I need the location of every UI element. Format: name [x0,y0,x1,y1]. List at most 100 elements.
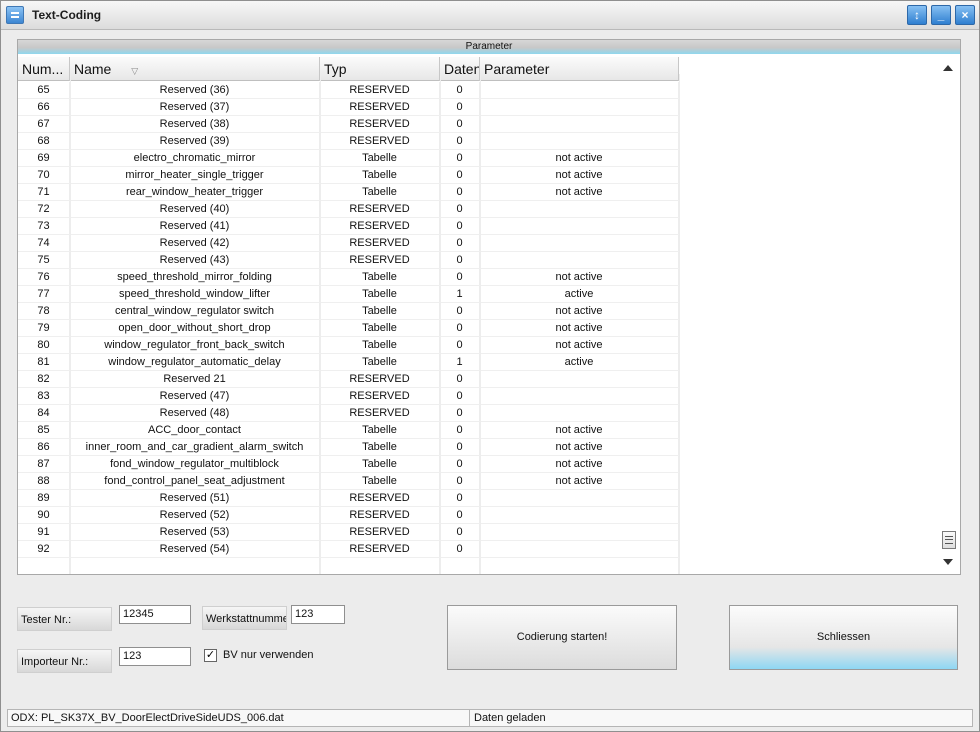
scroll-down-icon[interactable] [943,559,953,565]
cell-type: Tabelle [320,337,440,353]
cell-number: 72 [18,201,70,217]
werkstatt-number-field[interactable]: 123 [291,605,345,624]
cell-type: RESERVED [320,490,440,506]
table-row[interactable]: 71 rear_window_heater_trigger Tabelle 0 not … [18,184,679,201]
column-header-parameter[interactable]: Parameter [480,57,679,81]
cell-daten [440,558,480,574]
restore-button[interactable]: ↕ [907,5,927,25]
cell-name: Reserved (53) [70,524,320,540]
cell-type: Tabelle [320,422,440,438]
table-row[interactable]: 80 window_regulator_front_back_switch Tabe… [18,337,679,354]
table-row[interactable]: 82 Reserved 21 RESERVED 0 [18,371,679,388]
cell-number: 67 [18,116,70,132]
minimize-button[interactable]: _ [931,5,951,25]
cell-type: RESERVED [320,524,440,540]
cell-number: 82 [18,371,70,387]
cell-parameter [480,490,679,506]
cell-type: Tabelle [320,286,440,302]
table-row[interactable]: 77 speed_threshold_window_lifter Tabelle 1 a… [18,286,679,303]
table-row[interactable]: 89 Reserved (51) RESERVED 0 [18,490,679,507]
cell-daten: 1 [440,286,480,302]
start-coding-button[interactable]: Codierung starten! [447,605,677,670]
table-row[interactable]: 69 electro_chromatic_mirror Tabelle 0 not ac… [18,150,679,167]
column-header-number[interactable]: Num... [18,57,70,81]
cell-type: RESERVED [320,252,440,268]
cell-parameter: not active [480,473,679,489]
table-row[interactable]: 76 speed_threshold_mirror_folding Tabelle 0… [18,269,679,286]
table-row[interactable]: 88 fond_control_panel_seat_adjustment Tabe… [18,473,679,490]
cell-type: Tabelle [320,167,440,183]
table-row[interactable]: 74 Reserved (42) RESERVED 0 [18,235,679,252]
cell-name: ACC_door_contact [70,422,320,438]
cell-daten: 0 [440,201,480,217]
cell-number: 86 [18,439,70,455]
tester-number-field[interactable]: 12345 [119,605,191,624]
cell-daten: 0 [440,133,480,149]
table-row[interactable]: 79 open_door_without_short_drop Tabelle 0 no… [18,320,679,337]
cell-number: 87 [18,456,70,472]
cell-type: RESERVED [320,99,440,115]
table-row[interactable]: 70 mirror_heater_single_trigger Tabelle 0 no… [18,167,679,184]
column-header-daten[interactable]: Daten [440,57,480,81]
cell-parameter: active [480,354,679,370]
cell-parameter [480,82,679,98]
cell-type: RESERVED [320,507,440,523]
table-row[interactable]: 90 Reserved (52) RESERVED 0 [18,507,679,524]
table-row[interactable]: 66 Reserved (37) RESERVED 0 [18,99,679,116]
cell-number: 74 [18,235,70,251]
cell-daten: 0 [440,388,480,404]
column-divider [440,74,441,574]
cell-daten: 0 [440,371,480,387]
table-row[interactable]: 86 inner_room_and_car_gradient_alarm_swit… [18,439,679,456]
cell-parameter: not active [480,320,679,336]
cell-name: window_regulator_automatic_delay [70,354,320,370]
cell-type: Tabelle [320,320,440,336]
table-vertical-scrollbar[interactable] [938,57,960,574]
scroll-thumb[interactable] [942,531,956,549]
cell-parameter: not active [480,422,679,438]
importeur-number-field[interactable]: 123 [119,647,191,666]
scroll-up-icon[interactable] [943,65,953,71]
cell-parameter [480,541,679,557]
cell-number: 66 [18,99,70,115]
table-row[interactable] [18,558,679,574]
cell-parameter: not active [480,150,679,166]
cell-type: RESERVED [320,388,440,404]
bv-only-checkbox[interactable]: ✓ [204,649,217,662]
close-dialog-button[interactable]: Schliessen [729,605,958,670]
table-row[interactable]: 85 ACC_door_contact Tabelle 0 not active [18,422,679,439]
column-divider [679,74,680,574]
table-row[interactable]: 75 Reserved (43) RESERVED 0 [18,252,679,269]
text-coding-window: Text-Coding ↕ _ × Parameter Num... Name … [0,0,980,732]
cell-number: 92 [18,541,70,557]
table-row[interactable]: 91 Reserved (53) RESERVED 0 [18,524,679,541]
table-row[interactable]: 68 Reserved (39) RESERVED 0 [18,133,679,150]
cell-type: RESERVED [320,235,440,251]
table-row[interactable]: 72 Reserved (40) RESERVED 0 [18,201,679,218]
table-row[interactable]: 73 Reserved (41) RESERVED 0 [18,218,679,235]
cell-name: inner_room_and_car_gradient_alarm_switch [70,439,320,455]
column-header-name[interactable]: Name ▽ [70,57,320,81]
table-row[interactable]: 83 Reserved (47) RESERVED 0 [18,388,679,405]
cell-parameter [480,201,679,217]
table-row[interactable]: 87 fond_window_regulator_multiblock Tabell… [18,456,679,473]
window-title: Text-Coding [32,8,102,22]
table-row[interactable]: 81 window_regulator_automatic_delay Tabell… [18,354,679,371]
table-row[interactable]: 65 Reserved (36) RESERVED 0 [18,82,679,99]
table-row[interactable]: 92 Reserved (54) RESERVED 0 [18,541,679,558]
table-row[interactable]: 67 Reserved (38) RESERVED 0 [18,116,679,133]
cell-parameter: active [480,286,679,302]
cell-daten: 0 [440,269,480,285]
table-header: Num... Name ▽ Typ Daten Parameter [18,57,679,81]
column-header-type[interactable]: Typ [320,57,440,81]
close-button[interactable]: × [955,5,975,25]
cell-type: RESERVED [320,541,440,557]
table-row[interactable]: 78 central_window_regulator switch Tabelle… [18,303,679,320]
table-row[interactable]: 84 Reserved (48) RESERVED 0 [18,405,679,422]
cell-parameter: not active [480,337,679,353]
cell-daten: 0 [440,439,480,455]
cell-name: Reserved 21 [70,371,320,387]
cell-daten: 0 [440,422,480,438]
cell-type: Tabelle [320,303,440,319]
parameter-group-header: Parameter [18,40,960,54]
